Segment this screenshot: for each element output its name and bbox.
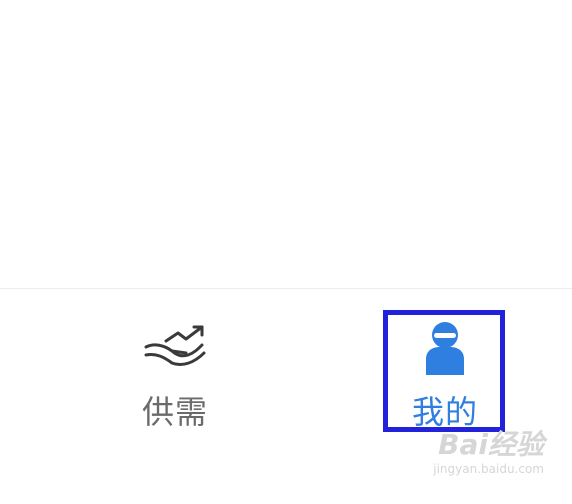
watermark-logo: Bai经验 xyxy=(438,428,544,461)
watermark-url: jingyan.baidu.com xyxy=(433,462,544,476)
user-profile-icon xyxy=(426,322,464,375)
app-screen: 供需 我的 Bai经验 jingyan.baidu.com xyxy=(0,0,572,504)
content-area xyxy=(0,0,572,288)
tab-mine-label: 我的 xyxy=(411,393,478,431)
tab-supply-demand[interactable]: 供需 xyxy=(110,289,240,439)
tab-mine[interactable]: 我的 xyxy=(380,289,510,439)
hand-growth-icon xyxy=(144,325,206,367)
tab-supply-demand-label: 供需 xyxy=(141,393,208,431)
watermark: Bai经验 jingyan.baidu.com xyxy=(433,428,544,477)
